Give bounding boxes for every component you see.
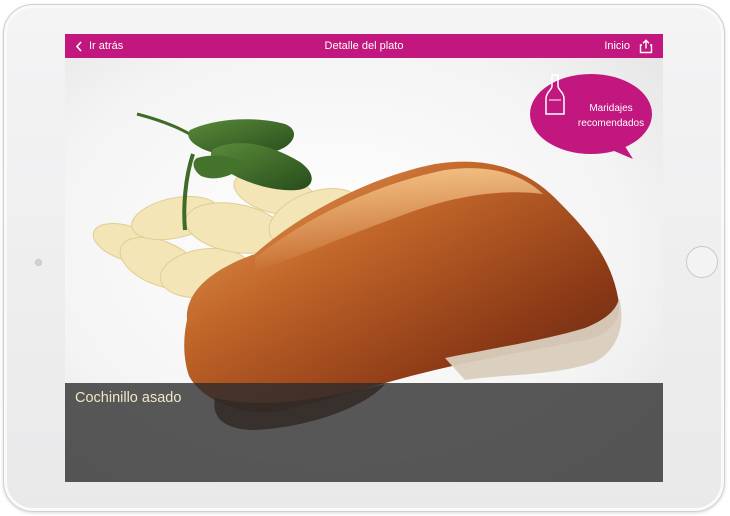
chevron-left-icon [75, 40, 83, 52]
page-title: Detalle del plato [324, 40, 404, 52]
pairing-label-line2: recomendados [577, 118, 645, 129]
share-icon[interactable] [639, 38, 653, 54]
home-button[interactable] [686, 246, 718, 278]
wine-bottle-icon [545, 74, 565, 115]
dish-name: Cochinillo asado [75, 390, 182, 406]
pairing-label: Maridajes recomendados [569, 101, 653, 131]
wine-pairing-button[interactable]: Maridajes recomendados [529, 74, 653, 164]
navigation-bar: Ir atrás Detalle del plato Inicio [65, 34, 663, 58]
pairing-label-line1: Maridajes [589, 103, 633, 114]
app-screen: Ir atrás Detalle del plato Inicio Marida… [65, 34, 663, 482]
back-button[interactable]: Ir atrás [75, 34, 123, 58]
back-label: Ir atrás [89, 40, 124, 52]
dish-caption-bar: Cochinillo asado [65, 383, 663, 482]
home-link[interactable]: Inicio [604, 40, 630, 52]
front-camera [35, 259, 42, 266]
